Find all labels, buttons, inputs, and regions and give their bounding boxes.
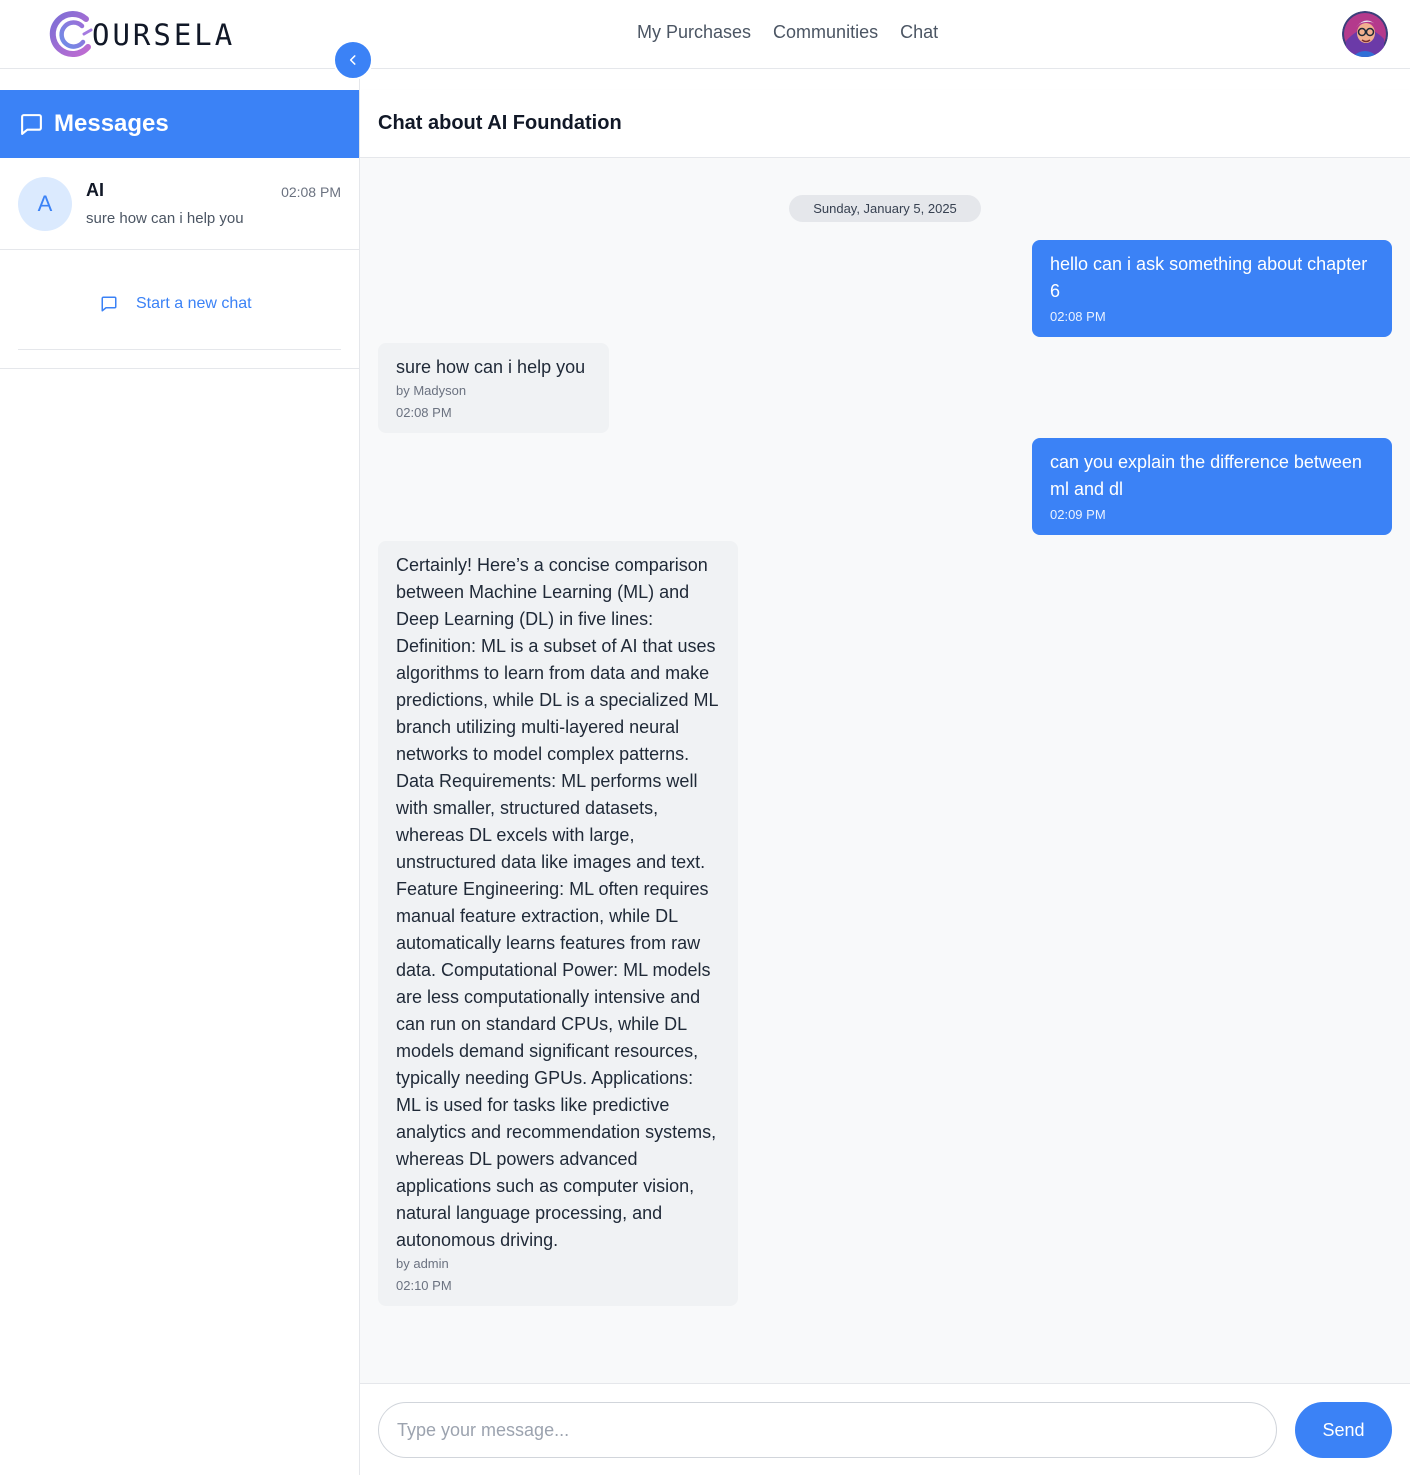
messages-header: Messages bbox=[0, 90, 359, 158]
message-square-icon bbox=[101, 296, 117, 312]
send-button[interactable]: Send bbox=[1295, 1402, 1392, 1458]
outgoing-message: hello can i ask something about chapter … bbox=[1032, 240, 1392, 337]
start-new-chat-button[interactable]: Start a new chat bbox=[100, 295, 252, 313]
message-author: by Madyson bbox=[396, 383, 467, 398]
incoming-message: Certainly! Here’s a concise comparison b… bbox=[378, 541, 738, 1306]
conversation-sidebar: Messages A AI 02:08 PM sure how can i he… bbox=[0, 69, 360, 1475]
message-square-icon bbox=[21, 113, 42, 135]
message-text: sure how can i help you bbox=[396, 357, 586, 377]
conversation-preview: sure how can i help you bbox=[86, 210, 244, 227]
incoming-message: sure how can i help you by Madyson 02:08… bbox=[378, 343, 609, 433]
chat-header: Chat about AI Foundation bbox=[360, 90, 1410, 158]
coursela-logo[interactable]: OURSELA bbox=[46, 10, 235, 58]
conversation-avatar: A bbox=[18, 177, 72, 231]
conversation-name: AI bbox=[86, 180, 104, 200]
message-author: by admin bbox=[396, 1256, 449, 1271]
date-divider: Sunday, January 5, 2025 bbox=[789, 195, 981, 222]
message-thread[interactable]: Sunday, January 5, 2025 hello can i ask … bbox=[360, 159, 1410, 1383]
coursela-c-logo-icon bbox=[49, 11, 93, 57]
messages-title: Messages bbox=[54, 110, 169, 137]
message-composer: Send bbox=[360, 1383, 1410, 1475]
nav-link-communities[interactable]: Communities bbox=[773, 22, 878, 43]
chat-title: Chat about AI Foundation bbox=[378, 112, 622, 134]
user-avatar-image bbox=[1342, 11, 1388, 57]
profile-avatar[interactable] bbox=[1342, 11, 1388, 57]
collapse-sidebar-button[interactable] bbox=[333, 40, 373, 80]
top-navbar: OURSELA My Purchases Communities Chat bbox=[0, 0, 1410, 69]
message-time: 02:08 PM bbox=[1050, 309, 1106, 324]
conversation-item[interactable]: A AI 02:08 PM sure how can i help you bbox=[0, 158, 359, 250]
nav-link-my-purchases[interactable]: My Purchases bbox=[637, 22, 751, 43]
message-time: 02:08 PM bbox=[396, 405, 452, 420]
main-nav: My Purchases Communities Chat bbox=[637, 22, 938, 43]
divider bbox=[18, 349, 341, 350]
message-time: 02:09 PM bbox=[1050, 507, 1106, 522]
chevron-left-icon bbox=[349, 55, 356, 65]
message-input[interactable] bbox=[378, 1402, 1277, 1458]
message-text: hello can i ask something about chapter … bbox=[1050, 254, 1368, 301]
start-new-chat-label: Start a new chat bbox=[136, 295, 252, 312]
divider bbox=[0, 368, 359, 369]
brand-wordmark: OURSELA bbox=[92, 18, 236, 52]
message-text: Certainly! Here’s a concise comparison b… bbox=[396, 555, 718, 1250]
outgoing-message: can you explain the difference between m… bbox=[1032, 438, 1392, 535]
nav-link-chat[interactable]: Chat bbox=[900, 22, 938, 43]
message-text: can you explain the difference between m… bbox=[1050, 452, 1362, 499]
message-time: 02:10 PM bbox=[396, 1278, 452, 1293]
conversation-time: 02:08 PM bbox=[281, 184, 341, 200]
